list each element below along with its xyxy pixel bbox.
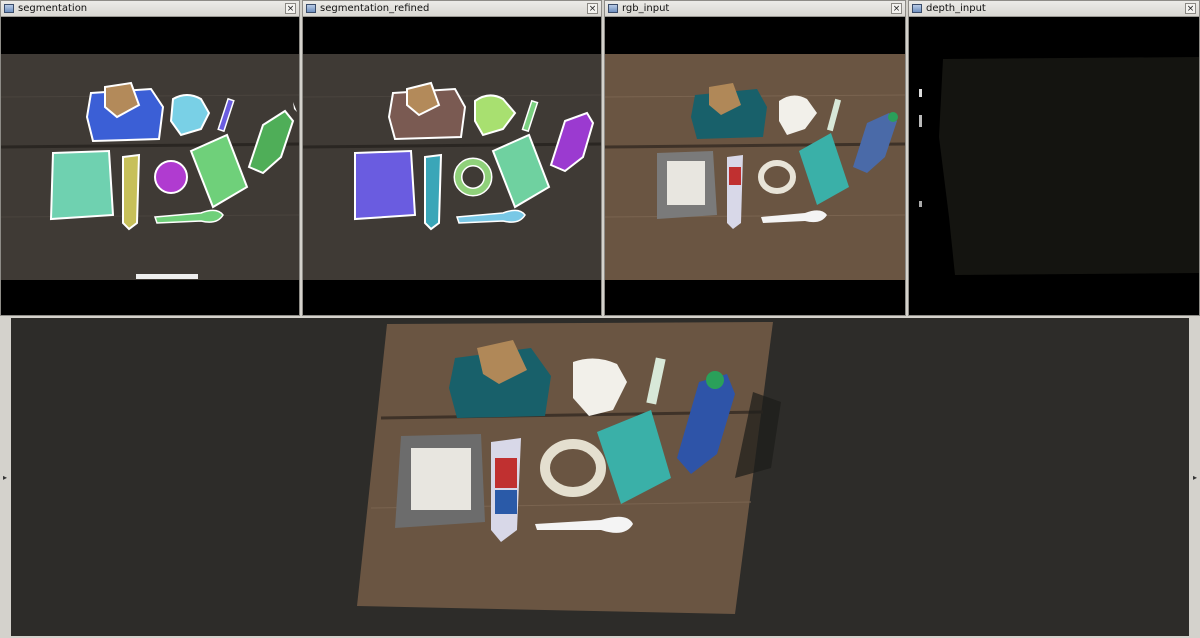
close-icon[interactable]: × [587,3,598,14]
window-title: rgb_input [622,3,670,14]
title-bar[interactable]: segmentation_refined × [303,1,601,17]
segmentation-render [1,54,299,280]
segmentation-refined-window[interactable]: segmentation_refined × [302,0,602,316]
toothpaste [727,155,743,229]
mask-package [354,149,417,221]
title-bar[interactable]: segmentation × [1,1,299,17]
segmentation-refined-image[interactable] [303,17,601,315]
close-icon[interactable]: × [891,3,902,14]
right-splitter-arrow-icon[interactable]: ▸ [1190,468,1200,488]
title-bar[interactable]: depth_input × [909,1,1199,17]
point-cloud-viewer-pane: ▸ ▸ [0,318,1200,638]
rgb-input-window[interactable]: rgb_input × [604,0,906,316]
point-cloud-viewer[interactable] [11,318,1189,636]
left-splitter-arrow-icon[interactable]: ▸ [0,468,10,488]
mask-toothpaste [122,153,141,231]
rgb-input-image[interactable] [605,17,905,315]
window-title: segmentation_refined [320,3,430,14]
depth-input-image[interactable] [909,17,1199,315]
window-icon [306,4,316,13]
depth-render [909,17,1199,315]
mask-tape [154,160,188,194]
segmentation-refined-render [303,54,601,280]
segmentation-image[interactable] [1,17,299,315]
window-icon [608,4,618,13]
window-title: segmentation [18,3,88,14]
depth-input-window[interactable]: depth_input × [908,0,1200,316]
window-icon [4,4,14,13]
mask-package [49,149,115,221]
mask-toothpaste [424,153,443,231]
window-title: depth_input [926,3,986,14]
depth-surface [939,57,1199,275]
close-icon[interactable]: × [1185,3,1196,14]
title-bar[interactable]: rgb_input × [605,1,905,17]
window-icon [912,4,922,13]
rgb-render [605,54,905,280]
close-icon[interactable]: × [285,3,296,14]
segmentation-window[interactable]: segmentation × [0,0,300,316]
point-cloud-render [357,322,781,614]
